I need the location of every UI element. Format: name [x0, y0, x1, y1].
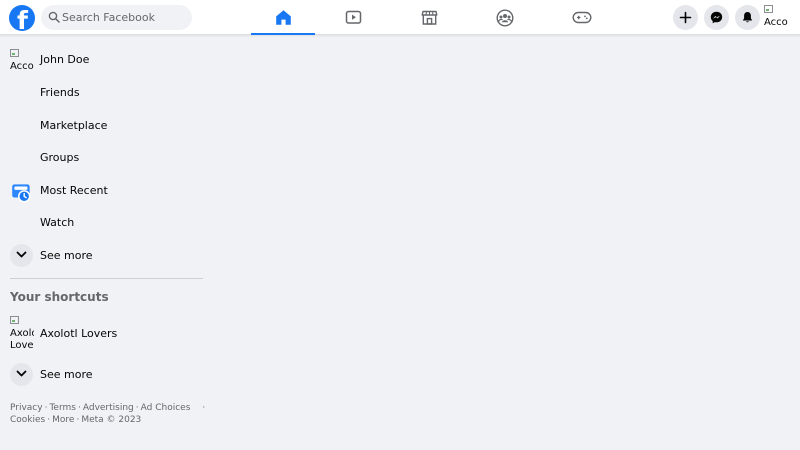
sidebar-item-most-recent[interactable]: Most Recent [4, 176, 204, 206]
home-icon [276, 10, 291, 25]
left-sidebar: Acco John Doe Friends Marketplace Groups… [0, 36, 215, 450]
sidebar-item-groups[interactable]: Groups [4, 143, 204, 173]
create-plus-icon [679, 11, 692, 24]
facebook-logo[interactable]: f [9, 5, 35, 31]
footer-link-privacy[interactable]: Privacy [10, 403, 43, 413]
shortcut-item-label: Axolotl Lovers [40, 327, 118, 340]
profile-avatar-alt-text: Acco [10, 61, 34, 72]
search-box[interactable] [41, 5, 192, 30]
sidebar-item-friends[interactable]: Friends [4, 78, 204, 108]
account-profile-avatar[interactable]: Acco [764, 5, 790, 31]
sidebar-see-more-button[interactable]: See more [4, 241, 204, 271]
sidebar-item-label: See more [40, 249, 93, 262]
sidebar-item-marketplace[interactable]: Marketplace [4, 111, 204, 141]
see-more-chevron-circle [10, 244, 33, 267]
tab-marketplace[interactable] [397, 0, 461, 35]
footer-link-terms[interactable]: Terms [49, 403, 76, 413]
chevron-down-icon [16, 370, 27, 377]
tab-groups[interactable] [473, 0, 537, 35]
messenger-button[interactable] [704, 5, 729, 30]
group-avatar-alt-text-2: Love [10, 340, 34, 351]
shortcuts-see-more-button[interactable]: See more [4, 360, 204, 390]
broken-image-icon [764, 5, 773, 13]
groups-icon [496, 9, 514, 27]
footer-link-advertising[interactable]: Advertising [83, 403, 134, 413]
gaming-controller-icon [572, 11, 592, 24]
footer-link-more[interactable]: More [52, 415, 74, 425]
sidebar-item-watch[interactable]: Watch [4, 208, 204, 238]
notifications-button[interactable] [735, 5, 760, 30]
sidebar-item-label: John Doe [40, 53, 90, 66]
create-button[interactable] [673, 5, 698, 30]
footer-copyright: Meta © 2023 [81, 415, 142, 425]
account-avatar-alt-text: Acco [764, 17, 788, 28]
group-avatar: AxoloLove [10, 316, 34, 352]
broken-image-icon [10, 49, 19, 57]
watch-video-icon [345, 10, 362, 24]
active-tab-indicator [251, 33, 315, 35]
facebook-logo-letter: f [17, 6, 28, 31]
sidebar-footer: Privacy · Terms · Advertising · Ad Choices · Co… [10, 403, 206, 425]
tab-gaming[interactable] [550, 0, 614, 35]
shortcut-item-label: See more [40, 368, 93, 381]
see-more-chevron-circle [10, 363, 33, 386]
shortcut-item-axolotl-lovers[interactable]: AxoloLove Axolotl Lovers [4, 316, 204, 352]
top-navigation-bar: f Search Facebook Acco [0, 0, 800, 35]
search-input[interactable] [62, 5, 187, 30]
shortcuts-section-title: Your shortcuts [10, 290, 109, 304]
sidebar-divider [10, 278, 203, 279]
tab-watch[interactable] [321, 0, 385, 35]
sidebar-item-label: Groups [40, 151, 80, 164]
most-recent-feed-icon [12, 184, 31, 203]
search-icon [48, 11, 60, 23]
marketplace-store-icon [421, 10, 438, 25]
broken-image-icon [10, 316, 19, 324]
group-avatar-alt-text-1: Axolo [10, 328, 34, 339]
sidebar-item-label: Marketplace [40, 119, 108, 132]
sidebar-item-label: Watch [40, 216, 75, 229]
footer-link-cookies[interactable]: Cookies [10, 415, 45, 425]
footer-link-ad-choices[interactable]: Ad Choices [141, 403, 191, 413]
chevron-down-icon [16, 251, 27, 258]
sidebar-item-profile[interactable]: Acco John Doe [4, 45, 204, 75]
messenger-icon [710, 11, 723, 24]
tab-home[interactable] [251, 0, 315, 35]
notifications-bell-icon [742, 12, 753, 23]
sidebar-item-label: Friends [40, 86, 80, 99]
profile-avatar: Acco [10, 49, 34, 73]
sidebar-item-label: Most Recent [40, 184, 108, 197]
